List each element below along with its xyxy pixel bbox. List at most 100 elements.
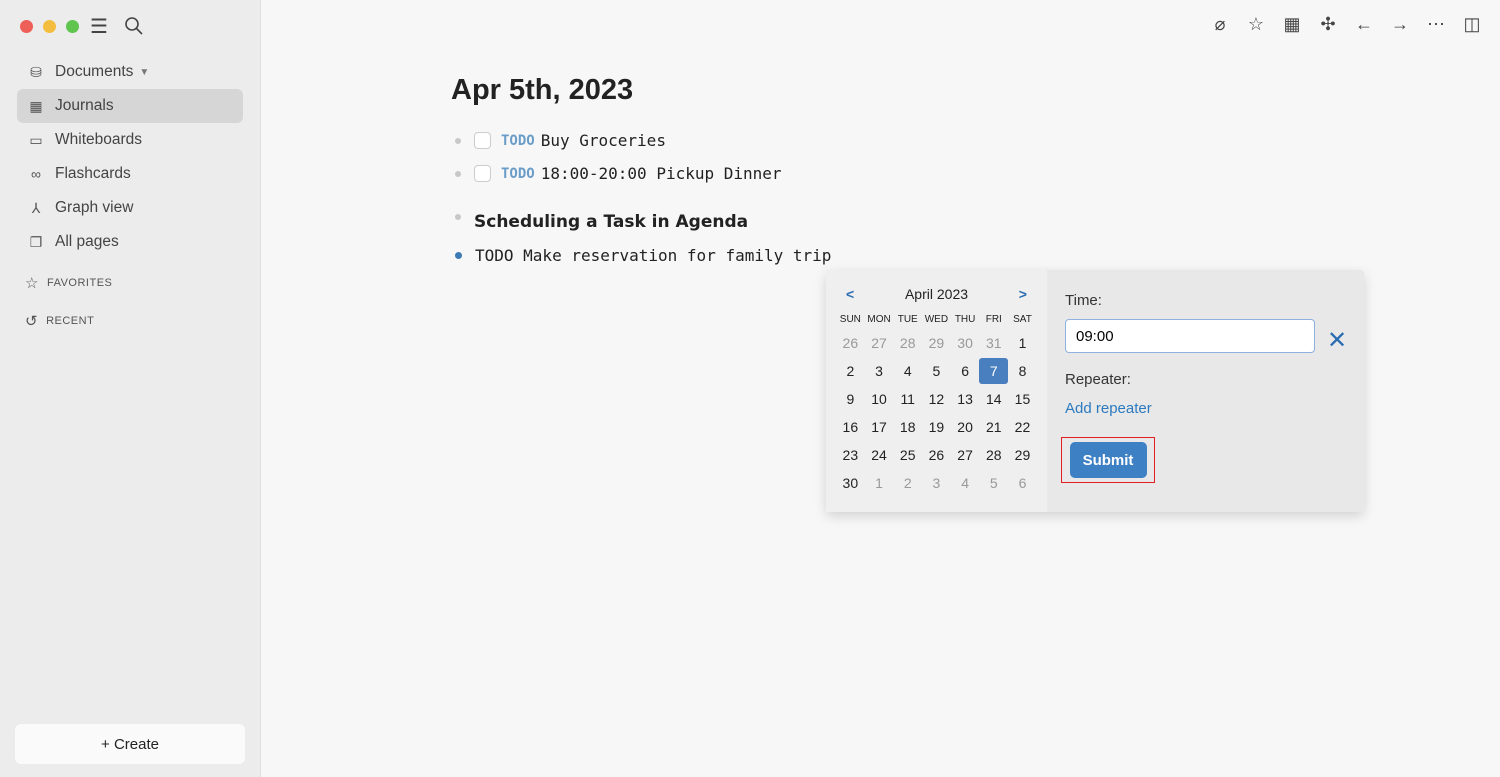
calendar-grid: SUN MON TUE WED THU FRI SAT 26 27 28 29 30 31 1 2 3 4 5 6 7… — [836, 310, 1037, 496]
calendar-day[interactable]: 22 — [1008, 414, 1037, 440]
close-icon[interactable]: ✕ — [1327, 326, 1347, 355]
weekday-header: SAT — [1013, 313, 1032, 325]
back-arrow-icon[interactable]: ← — [1354, 14, 1374, 35]
calendar-day[interactable]: 26 — [836, 330, 865, 356]
calendar-day[interactable]: 5 — [979, 470, 1008, 496]
todo-checkbox[interactable] — [474, 132, 491, 149]
more-icon[interactable]: ⋯ — [1426, 14, 1446, 35]
calendar-day[interactable]: 24 — [865, 442, 894, 468]
weekday-header: TUE — [897, 313, 918, 325]
pages-icon: ❐ — [29, 233, 43, 250]
repeater-label: Repeater: — [1065, 371, 1131, 388]
calendar-day[interactable]: 1 — [865, 470, 894, 496]
calendar-day[interactable]: 10 — [865, 386, 894, 412]
calendar: < April 2023 > SUN MON TUE WED THU FRI SAT 26 27 28… — [826, 270, 1047, 512]
calendar-day[interactable]: 18 — [893, 414, 922, 440]
calendar-day[interactable]: 23 — [836, 442, 865, 468]
bullet[interactable] — [455, 252, 462, 259]
calendar-day[interactable]: 6 — [951, 358, 980, 384]
weekday-header: MON — [867, 313, 891, 325]
calendar-day[interactable]: 2 — [893, 470, 922, 496]
time-label: Time: — [1065, 292, 1102, 309]
calendar-day[interactable]: 4 — [893, 358, 922, 384]
calendar-day-selected[interactable]: 7 — [979, 358, 1009, 384]
submit-button[interactable]: Submit — [1069, 442, 1147, 478]
calendar-day[interactable]: 21 — [979, 414, 1008, 440]
calendar-day[interactable]: 19 — [922, 414, 951, 440]
calendar-day[interactable]: 27 — [865, 330, 894, 356]
calendar-day[interactable]: 12 — [922, 386, 951, 412]
next-month-button[interactable]: > — [1019, 286, 1027, 302]
sidebar-item-journals[interactable]: ▦ Journals — [17, 89, 243, 123]
calendar-day[interactable]: 26 — [922, 442, 951, 468]
calendar-day[interactable]: 4 — [951, 470, 980, 496]
toolbar: ⌀ ☆ ▦ ✣ ← → ⋯ ◫ — [1210, 14, 1482, 35]
calendar-day[interactable]: 17 — [865, 414, 894, 440]
calendar-day[interactable]: 11 — [893, 386, 922, 412]
calendar-day[interactable]: 8 — [1008, 358, 1037, 384]
weekday-header: WED — [924, 313, 949, 325]
bullet[interactable] — [455, 170, 461, 177]
sidebar-item-graph-view[interactable]: ⅄ Graph view — [17, 191, 243, 225]
paperclip-icon[interactable]: ⌀ — [1210, 14, 1230, 35]
calendar-day[interactable]: 1 — [1008, 330, 1037, 356]
sidebar-item-all-pages[interactable]: ❐ All pages — [17, 225, 243, 259]
calendar-day[interactable]: 31 — [979, 330, 1008, 356]
star-icon: ☆ — [25, 275, 39, 292]
whiteboard-icon: ▭ — [29, 131, 43, 148]
favorites-section[interactable]: ☆ FAVORITES — [25, 274, 112, 292]
maximize-window-button[interactable] — [66, 20, 79, 33]
calendar-day[interactable]: 3 — [922, 470, 951, 496]
calendar-icon: ▦ — [29, 97, 43, 114]
calendar-day[interactable]: 25 — [893, 442, 922, 468]
time-input[interactable] — [1065, 319, 1315, 353]
calendar-day[interactable]: 29 — [1008, 442, 1037, 468]
forward-arrow-icon[interactable]: → — [1390, 14, 1410, 35]
minimize-window-button[interactable] — [43, 20, 56, 33]
block-todo[interactable]: TODO Buy Groceries — [455, 131, 666, 150]
graph-icon: ⅄ — [31, 199, 41, 216]
calendar-day[interactable]: 28 — [893, 330, 922, 356]
add-repeater-link[interactable]: Add repeater — [1065, 400, 1346, 417]
todo-checkbox[interactable] — [474, 165, 491, 182]
puzzle-icon[interactable]: ✣ — [1318, 14, 1338, 35]
close-window-button[interactable] — [20, 20, 33, 33]
prev-month-button[interactable]: < — [846, 286, 854, 302]
sparkle-star-icon[interactable]: ☆ — [1246, 14, 1266, 35]
calendar-day[interactable]: 29 — [922, 330, 951, 356]
weekday-header: THU — [954, 313, 976, 325]
create-button[interactable]: + Create — [15, 724, 245, 764]
calendar-day[interactable]: 2 — [836, 358, 865, 384]
bullet[interactable] — [455, 137, 461, 144]
calendar-day[interactable]: 5 — [922, 358, 951, 384]
sidebar: ☰ ⛁ Documents ▼ ▦ Journals ▭ Whiteboards ∞ Fl… — [0, 0, 261, 777]
calendar-day[interactable]: 20 — [951, 414, 980, 440]
calendar-day[interactable]: 3 — [865, 358, 894, 384]
menu-icon[interactable]: ☰ — [90, 14, 108, 39]
calendar-day[interactable]: 28 — [979, 442, 1008, 468]
bullet[interactable] — [455, 214, 461, 220]
calendar-day[interactable]: 6 — [1008, 470, 1037, 496]
sidebar-item-flashcards[interactable]: ∞ Flashcards — [17, 157, 243, 191]
database-icon: ⛁ — [30, 63, 42, 80]
block-todo[interactable]: TODO 18:00-20:00 Pickup Dinner — [455, 164, 782, 183]
calendar-day[interactable]: 15 — [1008, 386, 1037, 412]
calendar-day[interactable]: 14 — [979, 386, 1008, 412]
block-heading[interactable]: Scheduling a Task in Agenda — [455, 212, 748, 232]
calendar-day[interactable]: 30 — [836, 470, 865, 496]
search-icon[interactable] — [124, 16, 144, 36]
page-title: Apr 5th, 2023 — [451, 74, 634, 106]
sidebar-toggle-icon[interactable]: ◫ — [1462, 14, 1482, 35]
calendar-day[interactable]: 27 — [951, 442, 980, 468]
calendar-day[interactable]: 16 — [836, 414, 865, 440]
sidebar-item-documents[interactable]: ⛁ Documents ▼ — [17, 55, 243, 89]
calendar-day[interactable]: 30 — [951, 330, 980, 356]
sidebar-item-whiteboards[interactable]: ▭ Whiteboards — [17, 123, 243, 157]
calendar-day[interactable]: 9 — [836, 386, 865, 412]
block-editing[interactable]: TODO Make reservation for family trip — [455, 246, 831, 265]
date-picker-popup: < April 2023 > SUN MON TUE WED THU FRI SAT 26 27 28… — [826, 270, 1364, 512]
calendar-icon[interactable]: ▦ — [1282, 14, 1302, 35]
calendar-day[interactable]: 13 — [951, 386, 980, 412]
recent-section[interactable]: ↺ RECENT — [25, 312, 94, 330]
chevron-down-icon: ▼ — [139, 66, 150, 78]
